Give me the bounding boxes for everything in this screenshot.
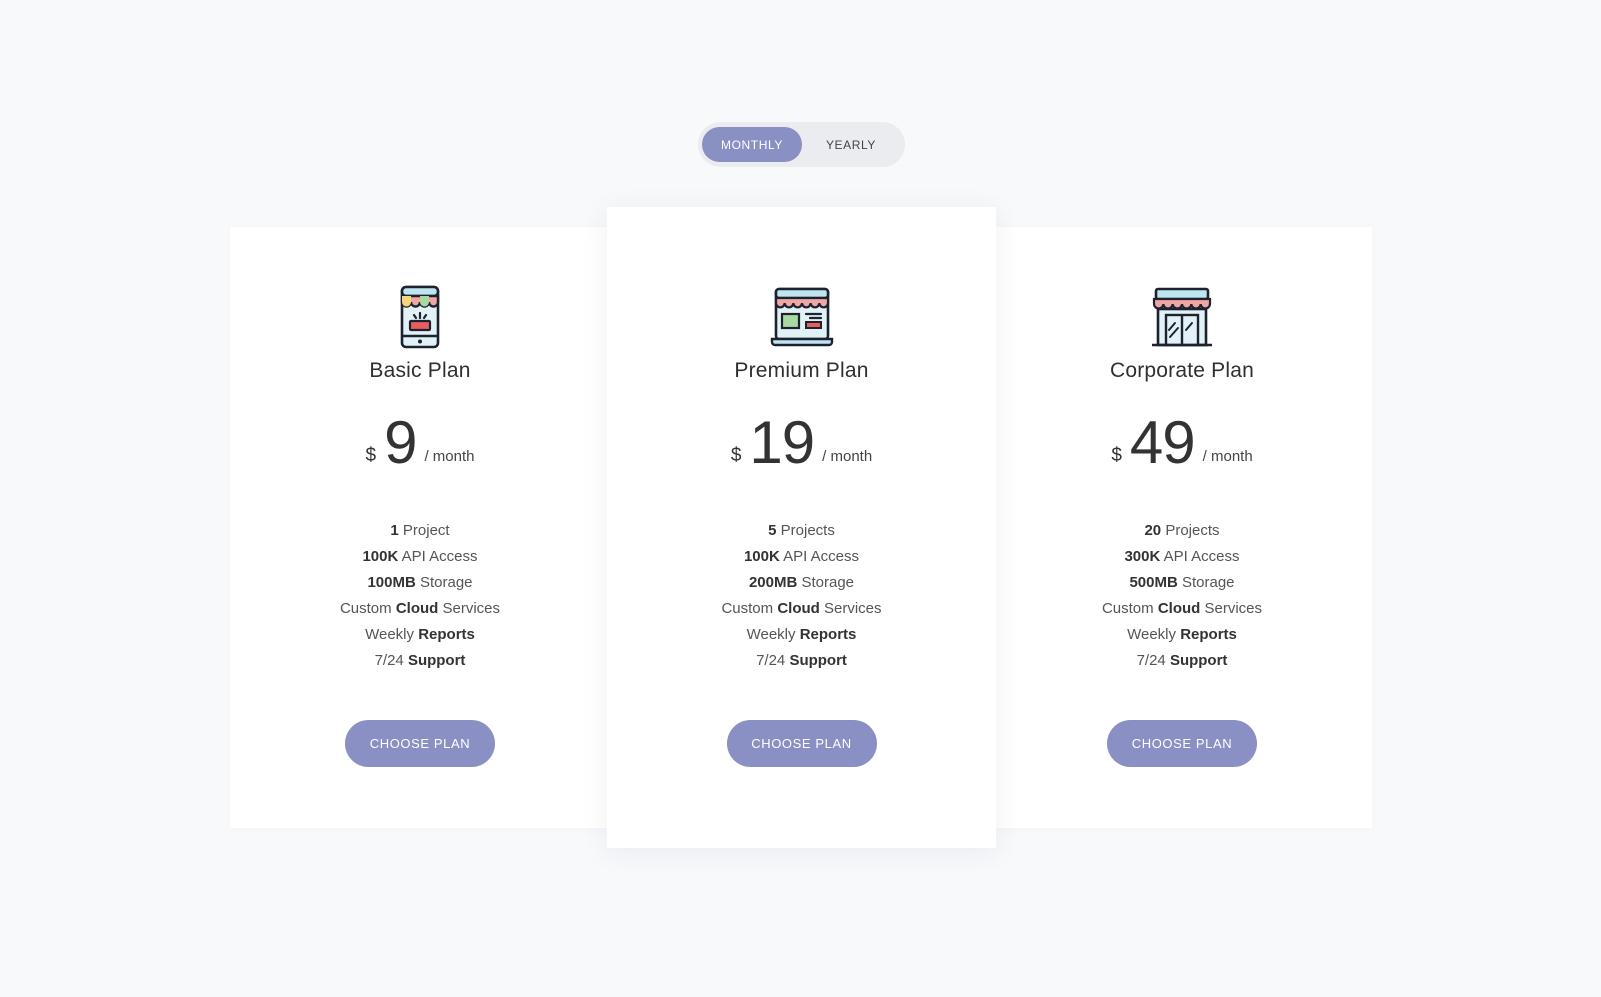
- price-period: / month: [424, 448, 475, 465]
- price: $ 9 / month: [365, 409, 475, 476]
- feature-item: 500MB Storage: [1129, 574, 1235, 591]
- price-amount: 9: [384, 409, 417, 476]
- yearly-toggle-button[interactable]: YEARLY: [802, 127, 900, 162]
- feature-item: 100K API Access: [362, 548, 478, 565]
- feature-item: 20 Projects: [1144, 522, 1220, 539]
- feature-item: 200MB Storage: [748, 574, 855, 591]
- billing-toggle: MONTHLY YEARLY: [698, 122, 905, 167]
- feature-item: Weekly Reports: [1127, 626, 1237, 643]
- choose-plan-button[interactable]: CHOOSE PLAN: [726, 720, 877, 767]
- plan-title: Premium Plan: [734, 359, 869, 382]
- feature-item: Custom Cloud Services: [1101, 600, 1263, 617]
- laptop-shop-icon: [770, 287, 833, 347]
- storefront-icon: [1152, 287, 1212, 347]
- feature-item: Custom Cloud Services: [339, 600, 501, 617]
- choose-plan-button[interactable]: CHOOSE PLAN: [345, 720, 495, 767]
- currency-symbol: $: [365, 445, 377, 466]
- pricing-card-corporate: Corporate Plan $ 49 / month 20 Projects …: [992, 227, 1372, 828]
- feature-item: Custom Cloud Services: [721, 600, 882, 617]
- pricing-card-basic: Basic Plan $ 9 / month 1 Project 100K AP…: [230, 227, 610, 828]
- price: $ 19 / month: [730, 409, 873, 476]
- feature-item: 7/24 Support: [374, 652, 466, 669]
- pricing-card-premium: Premium Plan $ 19 / month 5 Projects 100…: [607, 207, 996, 848]
- feature-item: 100K API Access: [743, 548, 860, 565]
- feature-item: 5 Projects: [768, 522, 835, 539]
- feature-list: 1 Project 100K API Access 100MB Storage …: [340, 518, 500, 674]
- feature-item: 300K API Access: [1124, 548, 1240, 565]
- price: $ 49 / month: [1111, 409, 1253, 476]
- feature-list: 20 Projects 300K API Access 500MB Storag…: [1102, 518, 1262, 674]
- price-period: / month: [822, 448, 873, 465]
- feature-list: 5 Projects 100K API Access 200MB Storage…: [721, 518, 881, 674]
- feature-item: Weekly Reports: [746, 626, 857, 643]
- choose-plan-button[interactable]: CHOOSE PLAN: [1107, 720, 1257, 767]
- monthly-toggle-button[interactable]: MONTHLY: [702, 127, 802, 162]
- feature-item: Weekly Reports: [365, 626, 475, 643]
- mobile-shop-icon: [400, 285, 440, 349]
- price-amount: 49: [1129, 409, 1196, 476]
- feature-item: 100MB Storage: [367, 574, 473, 591]
- plan-title: Corporate Plan: [1109, 359, 1255, 382]
- price-amount: 19: [749, 409, 815, 476]
- currency-symbol: $: [730, 445, 742, 466]
- feature-item: 7/24 Support: [1136, 652, 1228, 669]
- plan-title: Basic Plan: [369, 359, 471, 382]
- feature-item: 7/24 Support: [756, 652, 847, 669]
- price-period: / month: [1202, 448, 1253, 465]
- currency-symbol: $: [1111, 445, 1122, 466]
- feature-item: 1 Project: [390, 522, 450, 539]
